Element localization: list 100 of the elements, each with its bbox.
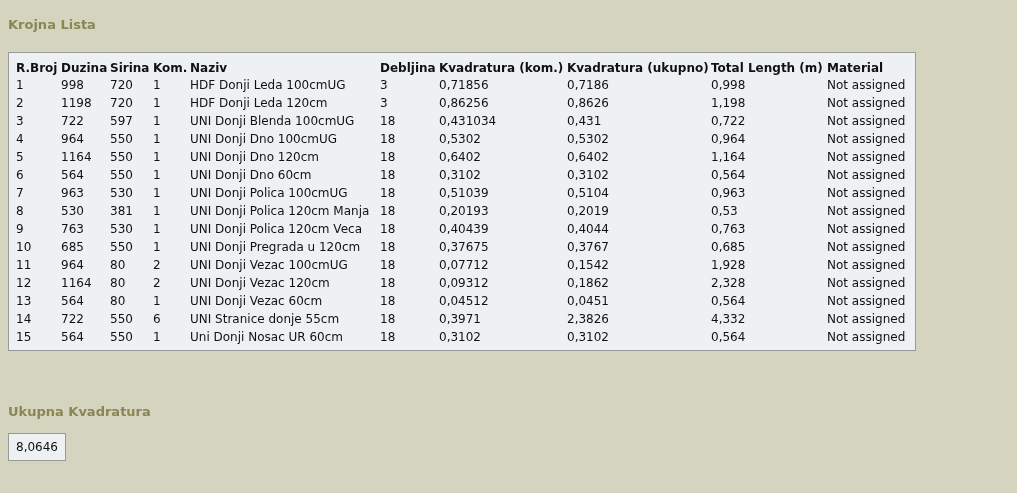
table-cell: 4,332 xyxy=(711,312,746,326)
table-cell: 0,6402 xyxy=(439,150,481,164)
table-cell: 685 xyxy=(61,240,84,254)
table-cell: 564 xyxy=(61,330,84,344)
table-cell: 9 xyxy=(16,222,24,236)
table-cell: Not assigned xyxy=(827,276,906,290)
table-cell: 0,3971 xyxy=(439,312,481,326)
table-cell: Not assigned xyxy=(827,186,906,200)
table-cell: 1 xyxy=(16,78,24,92)
table-cell: 18 xyxy=(380,312,396,326)
column-header: Kom. xyxy=(153,60,188,75)
table-cell: 2 xyxy=(153,258,161,272)
table-cell: 80 xyxy=(110,294,126,308)
table-cell: 964 xyxy=(61,132,84,146)
table-cell: Uni Donji Nosac UR 60cm xyxy=(190,330,344,344)
table-cell: 0,4044 xyxy=(567,222,609,236)
table-cell: 0,04512 xyxy=(439,294,489,308)
table-cell: 15 xyxy=(16,330,32,344)
table-cell: 0,71856 xyxy=(439,78,489,92)
table-cell: 1 xyxy=(153,168,161,182)
table-cell: 3 xyxy=(16,114,24,128)
table-cell: 0,37675 xyxy=(439,240,489,254)
table-cell: 381 xyxy=(110,204,133,218)
table-cell: 964 xyxy=(61,258,84,272)
table-cell: 998 xyxy=(61,78,84,92)
table-cell: UNI Donji Vezac 100cmUG xyxy=(190,258,348,272)
table-cell: 597 xyxy=(110,114,133,128)
table-cell: 80 xyxy=(110,276,126,290)
column-header: Kvadratura (ukupno) xyxy=(567,60,709,75)
table-cell: 5 xyxy=(16,150,24,164)
table-cell: 2 xyxy=(153,276,161,290)
table-cell: 550 xyxy=(110,330,133,344)
table-cell: UNI Stranice donje 55cm xyxy=(190,312,340,326)
table-cell: 0,8626 xyxy=(567,96,609,110)
table-cell: UNI Donji Dno 100cmUG xyxy=(190,132,338,146)
table-cell: 0,964 xyxy=(711,132,746,146)
table-cell: 3 xyxy=(380,78,388,92)
table-cell: UNI Donji Dno 120cm xyxy=(190,150,319,164)
table-cell: UNI Donji Pregrada u 120cm xyxy=(190,240,361,254)
column-header: Duzina xyxy=(61,60,108,75)
table-cell: 0,3102 xyxy=(439,168,481,182)
table-cell: 1164 xyxy=(61,276,92,290)
table-cell: Not assigned xyxy=(827,258,906,272)
column-header: Sirina xyxy=(110,60,150,75)
table-cell: Not assigned xyxy=(827,96,906,110)
table-cell: 18 xyxy=(380,258,396,272)
table-cell: 18 xyxy=(380,330,396,344)
table-cell: 0,963 xyxy=(711,186,746,200)
table-cell: 18 xyxy=(380,132,396,146)
table-cell: 550 xyxy=(110,312,133,326)
column-header: Kvadratura (kom.) xyxy=(439,60,564,75)
table-cell: 1 xyxy=(153,186,161,200)
table-cell: 530 xyxy=(110,186,133,200)
table-cell: 550 xyxy=(110,168,133,182)
table-cell: 0,20193 xyxy=(439,204,489,218)
table-cell: 0,3102 xyxy=(567,330,609,344)
table-cell: 1,928 xyxy=(711,258,746,272)
table-cell: 0,6402 xyxy=(567,150,609,164)
column-header: Naziv xyxy=(190,60,228,75)
table-cell: Not assigned xyxy=(827,204,906,218)
table-cell: Not assigned xyxy=(827,330,906,344)
table-cell: 0,3102 xyxy=(439,330,481,344)
table-cell: 4 xyxy=(16,132,24,146)
table-cell: 722 xyxy=(61,114,84,128)
table-cell: 0,5302 xyxy=(567,132,609,146)
table-cell: Not assigned xyxy=(827,222,906,236)
table-cell: 0,7186 xyxy=(567,78,609,92)
table-cell: 1,164 xyxy=(711,150,746,164)
table-cell: 1 xyxy=(153,132,161,146)
table-cell: 0,07712 xyxy=(439,258,489,272)
table-cell: 564 xyxy=(61,168,84,182)
table-cell: 530 xyxy=(110,222,133,236)
table-cell: 0,1862 xyxy=(567,276,609,290)
table-cell: 1 xyxy=(153,294,161,308)
table-cell: 722 xyxy=(61,312,84,326)
table-cell: 0,3767 xyxy=(567,240,609,254)
table-cell: 1 xyxy=(153,222,161,236)
table-cell: Not assigned xyxy=(827,150,906,164)
table-cell: 14 xyxy=(16,312,32,326)
table-cell: 0,5104 xyxy=(567,186,609,200)
table-cell: UNI Donji Polica 120cm Manja xyxy=(190,204,370,218)
table-cell: 1 xyxy=(153,114,161,128)
table-cell: 0,763 xyxy=(711,222,746,236)
table-cell: 720 xyxy=(110,78,133,92)
table-cell: 18 xyxy=(380,168,396,182)
table-cell: Not assigned xyxy=(827,78,906,92)
table-cell: 1 xyxy=(153,96,161,110)
table-cell: 0,722 xyxy=(711,114,746,128)
table-cell: 7 xyxy=(16,186,24,200)
table-cell: 18 xyxy=(380,276,396,290)
table-cell: Not assigned xyxy=(827,294,906,308)
table-cell: 12 xyxy=(16,276,32,290)
table-cell: 2,3826 xyxy=(567,312,609,326)
table-cell: 18 xyxy=(380,240,396,254)
table-cell: 2,328 xyxy=(711,276,746,290)
table-cell: 18 xyxy=(380,186,396,200)
column-header: Material xyxy=(827,60,884,75)
table-cell: UNI Donji Dno 60cm xyxy=(190,168,312,182)
table-cell: 763 xyxy=(61,222,84,236)
table-cell: 0,685 xyxy=(711,240,746,254)
